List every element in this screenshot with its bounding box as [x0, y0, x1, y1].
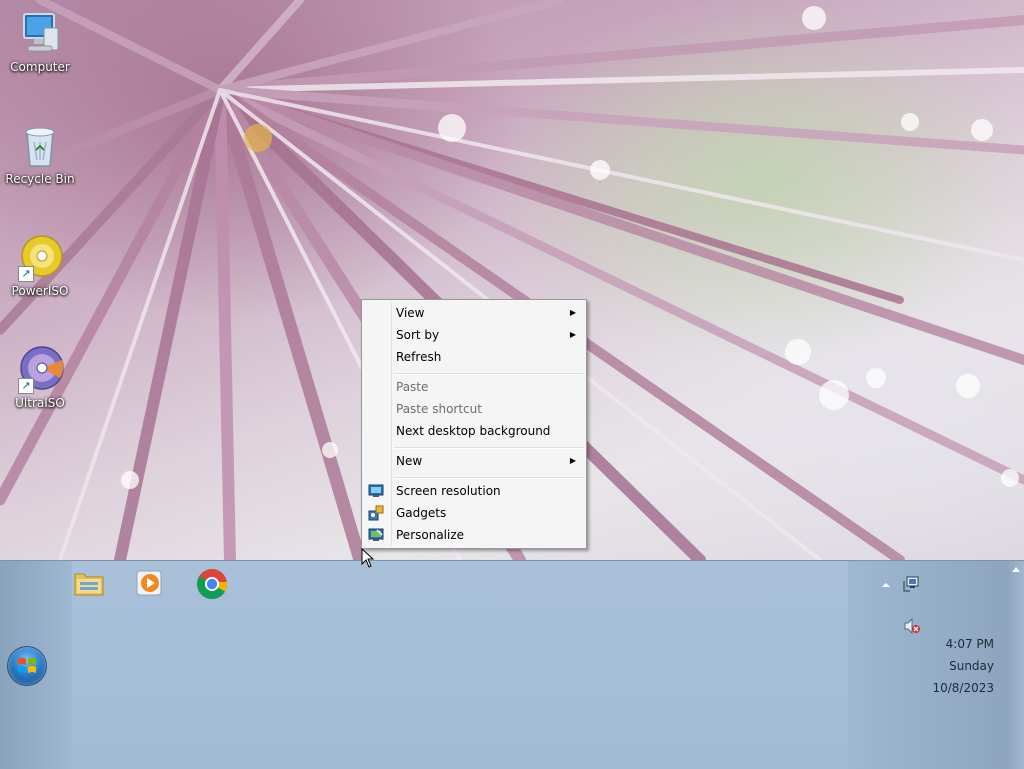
menu-item-gadgets[interactable]: Gadgets	[364, 502, 584, 524]
menu-item-next-desktop-background[interactable]: Next desktop background	[364, 420, 584, 442]
shortcut-arrow-icon: ↗	[18, 266, 34, 282]
menu-item-paste-shortcut[interactable]: Paste shortcut	[364, 398, 584, 420]
menu-separator	[394, 447, 584, 449]
menu-item-new[interactable]: New ▶	[364, 450, 584, 472]
clock-day[interactable]: Sunday	[884, 659, 994, 673]
submenu-arrow-icon: ▶	[569, 330, 576, 339]
media-player-icon	[136, 570, 162, 596]
menu-item-label: View	[396, 306, 425, 320]
menu-item-paste[interactable]: Paste	[364, 376, 584, 398]
poweriso-icon: ↗	[16, 234, 64, 282]
taskbar-scrollbar[interactable]	[1008, 561, 1024, 769]
desktop-context-menu: View ▶ Sort by ▶ Refresh Paste Paste sho…	[361, 299, 587, 549]
desktop-icon-poweriso[interactable]: ↗ PowerISO	[2, 234, 78, 298]
desktop-icon-label: Computer	[10, 60, 70, 74]
menu-item-label: Sort by	[396, 328, 440, 342]
menu-item-label: New	[396, 454, 423, 468]
submenu-arrow-icon: ▶	[569, 456, 576, 465]
taskbar-app-chrome[interactable]	[195, 565, 229, 600]
clock-time[interactable]: 4:07 PM	[884, 637, 994, 651]
taskbar-app-explorer[interactable]	[72, 565, 106, 599]
folder-icon	[74, 573, 104, 596]
taskbar: 4:07 PM Sunday 10/8/2023	[0, 560, 1024, 769]
menu-item-personalize[interactable]: Personalize	[364, 524, 584, 546]
screen-resolution-icon	[368, 483, 384, 499]
menu-item-label: Paste	[396, 380, 429, 394]
menu-item-sort-by[interactable]: Sort by ▶	[364, 324, 584, 346]
menu-separator	[394, 373, 584, 375]
chrome-icon	[197, 569, 228, 600]
menu-separator	[394, 477, 584, 479]
menu-item-label: Refresh	[396, 350, 442, 364]
shortcut-arrow-icon: ↗	[18, 378, 34, 394]
desktop-icon-ultraiso[interactable]: ↗ UltraISO	[2, 346, 78, 410]
menu-item-label: Gadgets	[396, 506, 447, 520]
menu-item-view[interactable]: View ▶	[364, 302, 584, 324]
network-icon[interactable]	[902, 575, 919, 592]
desktop-icon-label: PowerISO	[11, 284, 69, 298]
clock-date[interactable]: 10/8/2023	[884, 681, 994, 695]
gadgets-icon	[368, 505, 384, 521]
computer-icon	[16, 10, 64, 58]
submenu-arrow-icon: ▶	[569, 308, 576, 317]
menu-item-label: Next desktop background	[396, 424, 551, 438]
desktop-icon-label: Recycle Bin	[5, 172, 75, 186]
windows-logo-icon	[18, 658, 36, 673]
personalize-icon	[368, 527, 384, 543]
menu-item-label: Paste shortcut	[396, 402, 482, 416]
desktop-icon-label: UltraISO	[15, 396, 65, 410]
menu-item-screen-resolution[interactable]: Screen resolution	[364, 480, 584, 502]
ultraiso-icon: ↗	[16, 346, 64, 394]
menu-item-label: Personalize	[396, 528, 465, 542]
menu-item-label: Screen resolution	[396, 484, 501, 498]
menu-item-refresh[interactable]: Refresh	[364, 346, 584, 368]
taskbar-app-media-player[interactable]	[133, 565, 167, 599]
volume-muted-icon[interactable]	[903, 617, 920, 635]
recycle-bin-icon	[16, 122, 64, 170]
show-hidden-icons-icon[interactable]	[880, 577, 892, 593]
start-button[interactable]	[8, 647, 46, 685]
scroll-up-arrow-icon[interactable]	[1012, 567, 1020, 572]
desktop-icon-computer[interactable]: Computer	[2, 10, 78, 74]
desktop-icon-recycle-bin[interactable]: Recycle Bin	[2, 122, 78, 186]
mouse-cursor-icon	[361, 547, 375, 571]
